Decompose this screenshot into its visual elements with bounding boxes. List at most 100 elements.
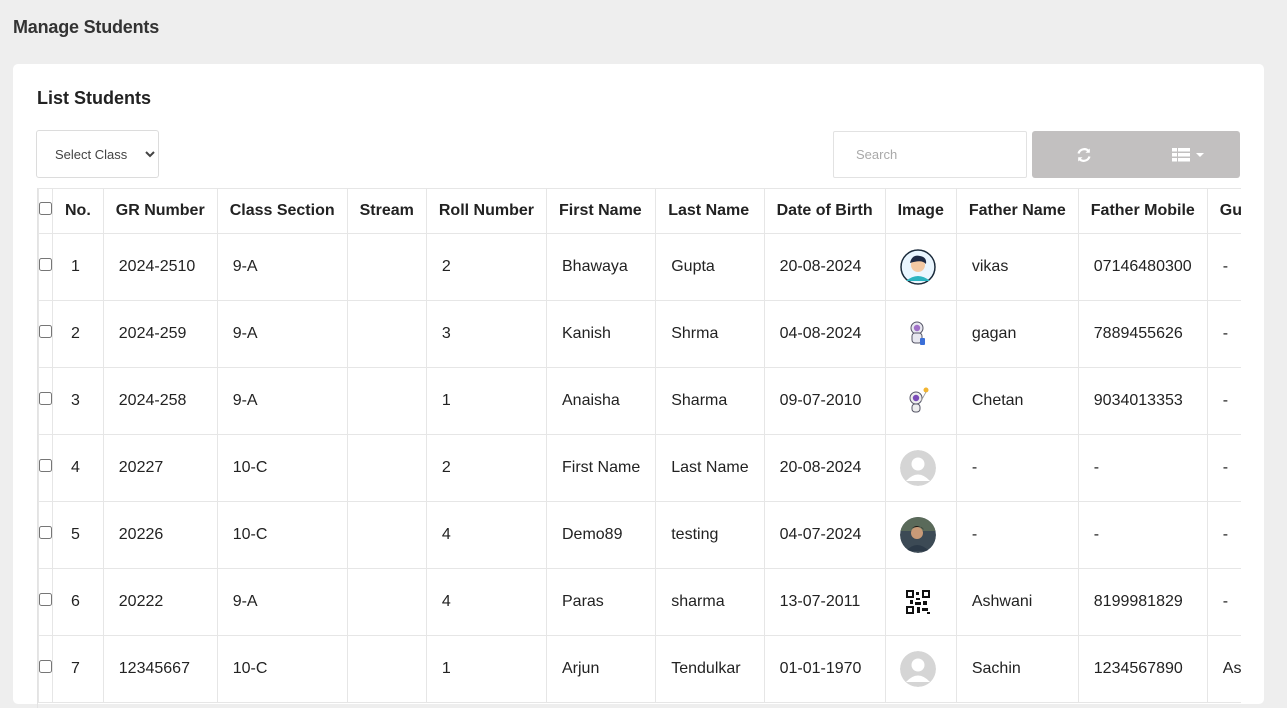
cell-date-of-birth: 13-07-2011	[763, 568, 886, 636]
row-select-checkbox[interactable]	[39, 392, 52, 405]
cell-first-name: Anaisha	[545, 367, 657, 435]
cell-first-name: Arjun	[545, 635, 657, 703]
select-all-checkbox[interactable]	[39, 202, 52, 215]
column-header-last-name[interactable]: Last Name	[655, 188, 765, 234]
table-row[interactable]: 5 20226 10-C 4 Demo89 testing 04-07-2024…	[38, 501, 1241, 569]
student-avatar-astronaut-avatar[interactable]	[899, 316, 936, 352]
cell-class-section: 9-A	[216, 568, 348, 636]
row-select-cell	[38, 233, 53, 301]
select-all-cell	[38, 188, 53, 234]
cell-last-name: Sharma	[655, 367, 765, 435]
cell-roll-number: 1	[425, 635, 548, 703]
column-header-image[interactable]: Image	[884, 188, 957, 234]
cell-father-name: gagan	[955, 300, 1079, 368]
cell-roll-number: 4	[425, 501, 548, 569]
cell-first-name: Demo89	[545, 501, 657, 569]
table-row[interactable]: 7 12345667 10-C 1 Arjun Tendulkar 01-01-…	[38, 635, 1241, 703]
list-columns-icon	[1171, 147, 1190, 161]
cell-guardian: Ash	[1206, 635, 1241, 703]
students-card: List Students Select Class Search No. GR…	[13, 64, 1264, 708]
cell-last-name: Shrma	[655, 300, 765, 368]
student-avatar-astronaut-balloon-avatar[interactable]	[899, 383, 936, 419]
column-header-gr-number[interactable]: GR Number	[102, 188, 218, 234]
toolbar-button-group	[1032, 131, 1240, 178]
column-header-father-name[interactable]: Father Name	[955, 188, 1079, 234]
table-row[interactable]: 1 2024-2510 9-A 2 Bhawaya Gupta 20-08-20…	[38, 233, 1241, 301]
row-select-cell	[38, 434, 53, 502]
columns-toggle-button[interactable]	[1136, 131, 1240, 178]
cell-gr-number: 12345667	[102, 635, 218, 703]
row-select-cell	[38, 568, 53, 636]
cell-guardian: -	[1206, 233, 1241, 301]
cell-no: 7	[52, 635, 104, 703]
cell-class-section: 10-C	[216, 635, 348, 703]
cell-first-name: Paras	[545, 568, 657, 636]
row-select-checkbox[interactable]	[39, 325, 52, 338]
table-header-row: No. GR Number Class Section Stream Roll …	[38, 188, 1241, 234]
cell-no: 5	[52, 501, 104, 569]
cell-father-mobile: 07146480300	[1077, 233, 1208, 301]
row-select-cell	[38, 367, 53, 435]
cell-father-mobile: -	[1077, 434, 1208, 502]
cell-image	[884, 635, 957, 703]
cell-no: 2	[52, 300, 104, 368]
column-header-stream[interactable]: Stream	[346, 188, 427, 234]
row-select-cell	[38, 635, 53, 703]
cell-guardian: -	[1206, 300, 1241, 368]
cell-last-name: sharma	[655, 568, 765, 636]
cell-stream	[346, 367, 427, 435]
table-row[interactable]: 6 20222 9-A 4 Paras sharma 13-07-2011 As…	[38, 568, 1241, 636]
cell-first-name: Bhawaya	[545, 233, 657, 301]
student-avatar-placeholder-avatar[interactable]	[899, 651, 936, 687]
column-header-class-section[interactable]: Class Section	[216, 188, 348, 234]
row-select-checkbox[interactable]	[39, 459, 52, 472]
students-table-wrapper[interactable]: No. GR Number Class Section Stream Roll …	[37, 188, 1241, 708]
cell-image	[884, 568, 957, 636]
refresh-icon	[1077, 147, 1091, 162]
column-header-guardian[interactable]: Gua	[1206, 188, 1241, 234]
column-header-first-name[interactable]: First Name	[545, 188, 657, 234]
cell-gr-number: 2024-2510	[102, 233, 218, 301]
student-avatar-qr-code-avatar[interactable]	[899, 584, 936, 620]
row-select-checkbox[interactable]	[39, 526, 52, 539]
cell-roll-number: 1	[425, 367, 548, 435]
cell-father-name: Chetan	[955, 367, 1079, 435]
students-table: No. GR Number Class Section Stream Roll …	[38, 188, 1241, 703]
student-avatar-cartoon-boy-avatar[interactable]	[899, 249, 936, 285]
cell-roll-number: 3	[425, 300, 548, 368]
row-select-checkbox[interactable]	[39, 660, 52, 673]
column-header-date-of-birth[interactable]: Date of Birth	[763, 188, 886, 234]
cell-gr-number: 2024-258	[102, 367, 218, 435]
cell-roll-number: 4	[425, 568, 548, 636]
column-header-no[interactable]: No.	[52, 188, 104, 234]
row-select-cell	[38, 300, 53, 368]
refresh-button[interactable]	[1032, 131, 1136, 178]
cell-last-name: testing	[655, 501, 765, 569]
cell-gr-number: 2024-259	[102, 300, 218, 368]
row-select-checkbox[interactable]	[39, 258, 52, 271]
column-header-roll-number[interactable]: Roll Number	[425, 188, 548, 234]
cell-date-of-birth: 20-08-2024	[763, 233, 886, 301]
table-row[interactable]: 4 20227 10-C 2 First Name Last Name 20-0…	[38, 434, 1241, 502]
cell-no: 3	[52, 367, 104, 435]
row-select-checkbox[interactable]	[39, 593, 52, 606]
cell-guardian: -	[1206, 501, 1241, 569]
cell-class-section: 10-C	[216, 434, 348, 502]
cell-father-name: Sachin	[955, 635, 1079, 703]
search-input[interactable]	[833, 131, 1027, 178]
cell-image	[884, 367, 957, 435]
column-header-father-mobile[interactable]: Father Mobile	[1077, 188, 1208, 234]
cell-father-mobile: 7889455626	[1077, 300, 1208, 368]
cell-last-name: Tendulkar	[655, 635, 765, 703]
cell-date-of-birth: 04-08-2024	[763, 300, 886, 368]
table-row[interactable]: 3 2024-258 9-A 1 Anaisha Sharma 09-07-20…	[38, 367, 1241, 435]
class-select[interactable]: Select Class	[36, 130, 159, 178]
cell-stream	[346, 300, 427, 368]
table-row[interactable]: 2 2024-259 9-A 3 Kanish Shrma 04-08-2024…	[38, 300, 1241, 368]
cell-date-of-birth: 20-08-2024	[763, 434, 886, 502]
student-avatar-person-photo-avatar[interactable]	[899, 517, 936, 553]
cell-stream	[346, 501, 427, 569]
cell-image	[884, 300, 957, 368]
student-avatar-placeholder-avatar[interactable]	[899, 450, 936, 486]
cell-no: 6	[52, 568, 104, 636]
